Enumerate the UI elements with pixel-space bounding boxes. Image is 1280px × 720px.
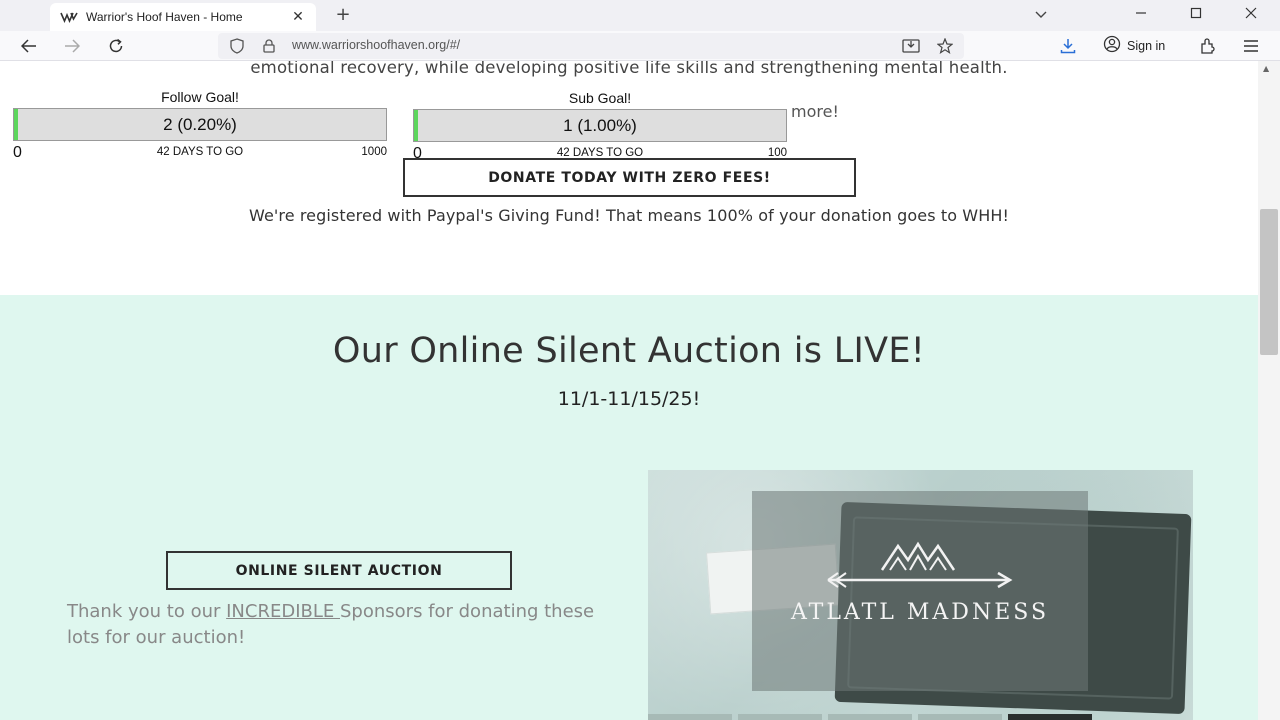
page-scrollbar[interactable]: ▲ <box>1258 61 1280 720</box>
auction-section: Our Online Silent Auction is LIVE! 11/1-… <box>0 295 1258 720</box>
intro-text: emotional recovery, while developing pos… <box>250 61 1008 77</box>
image-thumbnail[interactable] <box>738 714 822 720</box>
new-tab-icon[interactable]: + <box>333 5 353 25</box>
donate-button[interactable]: DONATE TODAY WITH ZERO FEES! <box>403 158 856 197</box>
auction-heading: Our Online Silent Auction is LIVE! <box>332 331 926 371</box>
image-thumbnail-strip <box>648 714 1193 720</box>
browser-tab-active[interactable]: Warrior's Hoof Haven - Home ✕ <box>50 3 316 31</box>
tab-strip: Warrior's Hoof Haven - Home ✕ + <box>0 0 1280 31</box>
account-icon <box>1103 35 1121 57</box>
incredible-sponsors-link[interactable]: INCREDIBLE <box>226 601 340 622</box>
paypal-giving-fund-text: We're registered with Paypal's Giving Fu… <box>248 206 1010 225</box>
minimize-icon[interactable] <box>1131 6 1151 26</box>
page-viewport[interactable]: emotional recovery, while developing pos… <box>0 61 1258 720</box>
sponsor-lot-image[interactable]: ATLATL MADNESS <box>648 470 1193 720</box>
forward-icon[interactable] <box>61 35 83 57</box>
sign-in-label: Sign in <box>1127 39 1166 53</box>
sub-goal-value: 1 (1.00%) <box>563 116 637 135</box>
image-thumbnail[interactable] <box>1008 714 1092 720</box>
navigation-toolbar: www.warriorshoofhaven.org/#/ Sign in <box>0 31 1280 61</box>
sub-goal-widget: Sub Goal! 1 (1.00%) 0 42 DAYS TO GO 100 <box>413 90 787 162</box>
partial-text-more: more! <box>791 102 839 121</box>
follow-goal-value: 2 (0.20%) <box>163 115 237 134</box>
image-thumbnail[interactable] <box>918 714 1002 720</box>
bookmark-star-icon[interactable] <box>934 35 956 57</box>
download-icon[interactable] <box>1057 35 1079 57</box>
address-bar[interactable]: www.warriorshoofhaven.org/#/ <box>218 33 964 59</box>
image-thumbnail[interactable] <box>828 714 912 720</box>
lock-icon[interactable] <box>258 35 280 57</box>
follow-goal-widget: Follow Goal! 2 (0.20%) 0 42 DAYS TO GO 1… <box>13 89 387 161</box>
extensions-icon[interactable] <box>1197 35 1219 57</box>
back-icon[interactable] <box>18 35 40 57</box>
follow-goal-days-to-go: 42 DAYS TO GO <box>156 146 244 158</box>
sponsor-thanks-prefix: Thank you to our <box>67 601 227 622</box>
menu-icon[interactable] <box>1240 35 1262 57</box>
maximize-icon[interactable] <box>1186 6 1206 26</box>
auction-dates: 11/1-11/15/25! <box>557 388 701 410</box>
reload-icon[interactable] <box>105 35 127 57</box>
sub-goal-progress-bar: 1 (1.00%) <box>413 109 787 142</box>
atlatl-madness-logo-icon <box>827 541 1013 589</box>
image-logo-text: ATLATL MADNESS <box>790 600 1050 625</box>
url-text[interactable]: www.warriorshoofhaven.org/#/ <box>292 38 460 52</box>
scrollbar-thumb[interactable] <box>1260 209 1278 355</box>
close-window-icon[interactable] <box>1241 6 1261 26</box>
online-silent-auction-button[interactable]: ONLINE SILENT AUCTION <box>166 551 512 590</box>
list-tabs-icon[interactable] <box>1031 6 1051 26</box>
sub-goal-title: Sub Goal! <box>568 90 632 106</box>
follow-goal-title: Follow Goal! <box>161 89 239 105</box>
follow-goal-progress-bar: 2 (0.20%) <box>13 108 387 141</box>
scroll-up-arrow-icon[interactable]: ▲ <box>1263 64 1269 73</box>
tab-close-icon[interactable]: ✕ <box>290 9 306 25</box>
tab-title: Warrior's Hoof Haven - Home <box>86 10 243 24</box>
sponsor-thanks-text: Thank you to our INCREDIBLE Sponsors for… <box>67 599 627 651</box>
site-favicon-icon <box>60 11 78 23</box>
sign-in-button[interactable]: Sign in <box>1096 34 1184 58</box>
reader-view-icon[interactable] <box>900 35 922 57</box>
follow-goal-max: 1000 <box>361 146 387 158</box>
image-thumbnail[interactable] <box>648 714 732 720</box>
shield-icon[interactable] <box>226 35 248 57</box>
